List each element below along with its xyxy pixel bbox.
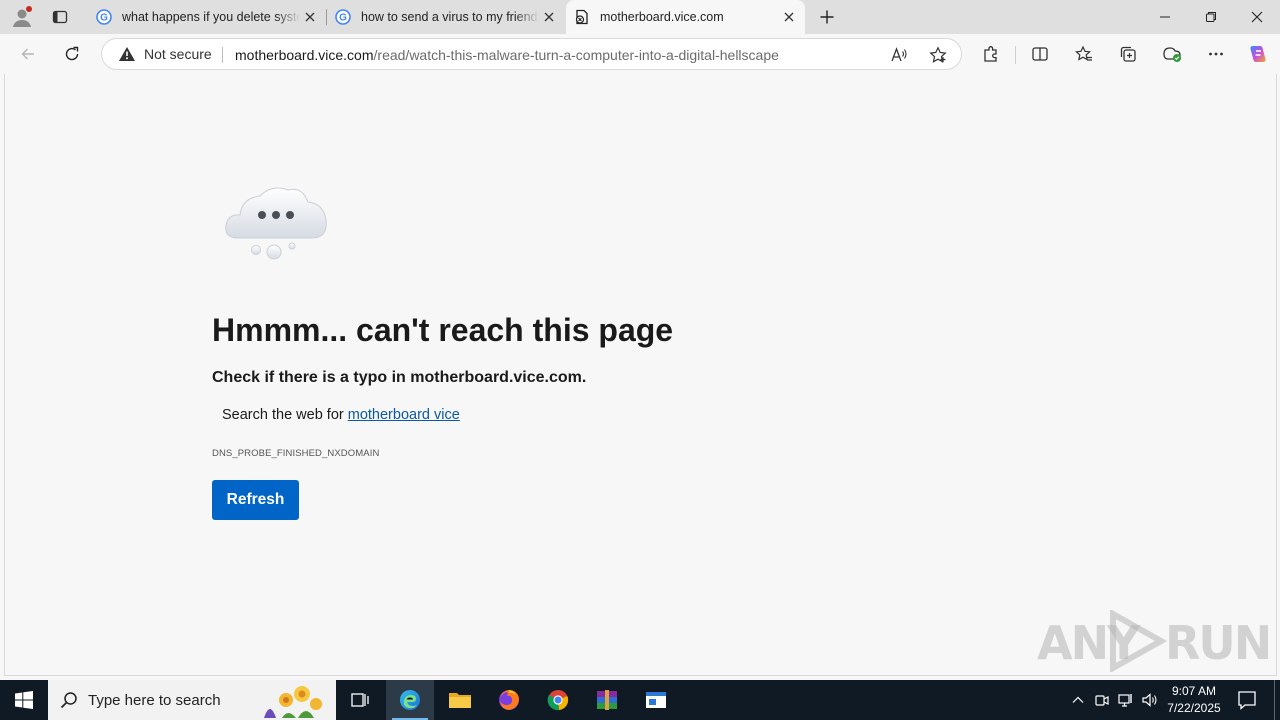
security-label: Not secure xyxy=(144,46,212,62)
tray-chevron-up-icon[interactable] xyxy=(1068,690,1088,710)
browser-toolbar: Not secure motherboard.vice.com/read/wat… xyxy=(0,34,1280,74)
warning-triangle-icon xyxy=(119,47,135,61)
anyrun-watermark: ANY RUN xyxy=(1037,606,1272,672)
google-favicon-icon: G xyxy=(335,9,351,25)
toolbar-separator xyxy=(1015,46,1016,64)
taskbar: Type here to search 9:07 AM 7/22/2025 xyxy=(0,680,1280,720)
tab-close-icon[interactable] xyxy=(539,7,559,27)
extensions-icon[interactable] xyxy=(979,42,1003,66)
network-icon[interactable] xyxy=(1116,690,1136,710)
tab-close-icon[interactable] xyxy=(300,7,320,27)
close-window-icon[interactable] xyxy=(1234,0,1280,34)
refresh-button[interactable]: Refresh xyxy=(212,480,299,520)
copilot-icon[interactable] xyxy=(1246,42,1270,66)
url-host: motherboard.vice.com xyxy=(235,47,374,63)
split-screen-icon[interactable] xyxy=(1028,42,1052,66)
search-web-link[interactable]: motherboard vice xyxy=(348,407,460,423)
error-code: DNS_PROBE_FINISHED_NXDOMAIN xyxy=(212,448,380,459)
tab-send-virus[interactable]: G how to send a virus to my friend xyxy=(327,0,565,34)
chrome-icon[interactable] xyxy=(534,680,582,720)
new-tab-plus-icon[interactable] xyxy=(815,5,839,29)
clock-time: 9:07 AM xyxy=(1171,684,1217,698)
taskbar-search-box[interactable]: Type here to search xyxy=(48,680,336,720)
winrar-icon[interactable] xyxy=(583,680,631,720)
notification-center-icon[interactable] xyxy=(1236,689,1258,711)
volume-icon[interactable] xyxy=(1140,690,1160,710)
error-heading: Hmmm... can't reach this page xyxy=(212,312,674,348)
flowers-decoration-icon xyxy=(264,686,322,718)
tab-actions-icon[interactable] xyxy=(48,6,72,28)
page-error-favicon-icon xyxy=(574,9,590,25)
browser-essentials-icon[interactable] xyxy=(1160,42,1184,66)
search-prefix: Search the web for xyxy=(222,407,348,423)
url-text[interactable]: motherboard.vice.com/read/watch-this-mal… xyxy=(235,47,779,63)
security-indicator[interactable]: Not secure xyxy=(118,46,212,62)
tab-title: what happens if you delete system32 xyxy=(122,10,300,24)
tab-close-icon[interactable] xyxy=(779,7,799,27)
system-clock[interactable]: 9:07 AM 7/22/2025 xyxy=(1164,683,1224,717)
google-favicon-icon: G xyxy=(96,9,112,25)
tab-strip: G what happens if you delete system32 G … xyxy=(0,0,1280,34)
back-arrow-icon[interactable] xyxy=(16,42,40,66)
clock-date: 7/22/2025 xyxy=(1167,701,1221,715)
tray-meet-icon[interactable] xyxy=(1092,690,1112,710)
tab-title: motherboard.vice.com xyxy=(600,10,724,24)
restore-icon[interactable] xyxy=(1188,0,1234,34)
cloud-thinking-illustration-icon xyxy=(220,178,332,266)
address-bar[interactable]: Not secure motherboard.vice.com/read/wat… xyxy=(101,38,962,70)
page-content xyxy=(4,74,1277,676)
read-aloud-icon[interactable] xyxy=(888,44,910,66)
search-placeholder: Type here to search xyxy=(88,691,221,709)
edge-taskbar-icon[interactable] xyxy=(386,680,434,720)
windows-start-icon[interactable] xyxy=(0,680,48,720)
file-explorer-icon[interactable] xyxy=(436,680,484,720)
watermark-right-text: RUN xyxy=(1165,616,1272,670)
tab-motherboard-active[interactable]: motherboard.vice.com xyxy=(566,0,805,34)
favorite-star-icon[interactable] xyxy=(927,44,949,66)
search-suggestion: Search the web for motherboard vice xyxy=(222,407,460,423)
reload-icon[interactable] xyxy=(60,42,84,66)
address-separator xyxy=(222,47,223,63)
error-subheading: Check if there is a typo in motherboard.… xyxy=(212,369,587,386)
show-desktop-button[interactable] xyxy=(1274,680,1275,720)
minimize-icon[interactable] xyxy=(1142,0,1188,34)
profile-avatar-icon[interactable] xyxy=(10,5,34,29)
search-icon xyxy=(60,692,77,709)
play-triangle-icon xyxy=(1110,610,1167,672)
firefox-icon[interactable] xyxy=(485,680,533,720)
settings-more-icon[interactable] xyxy=(1204,42,1228,66)
task-view-icon[interactable] xyxy=(336,680,384,720)
window-app-icon[interactable] xyxy=(632,680,680,720)
svg-text:G: G xyxy=(100,13,108,24)
svg-text:G: G xyxy=(339,13,347,24)
favorites-icon[interactable] xyxy=(1072,42,1096,66)
tab-system32[interactable]: G what happens if you delete system32 xyxy=(88,0,326,34)
collections-icon[interactable] xyxy=(1116,42,1140,66)
tab-title: how to send a virus to my friend xyxy=(361,10,538,24)
url-path: /read/watch-this-malware-turn-a-computer… xyxy=(373,47,779,63)
